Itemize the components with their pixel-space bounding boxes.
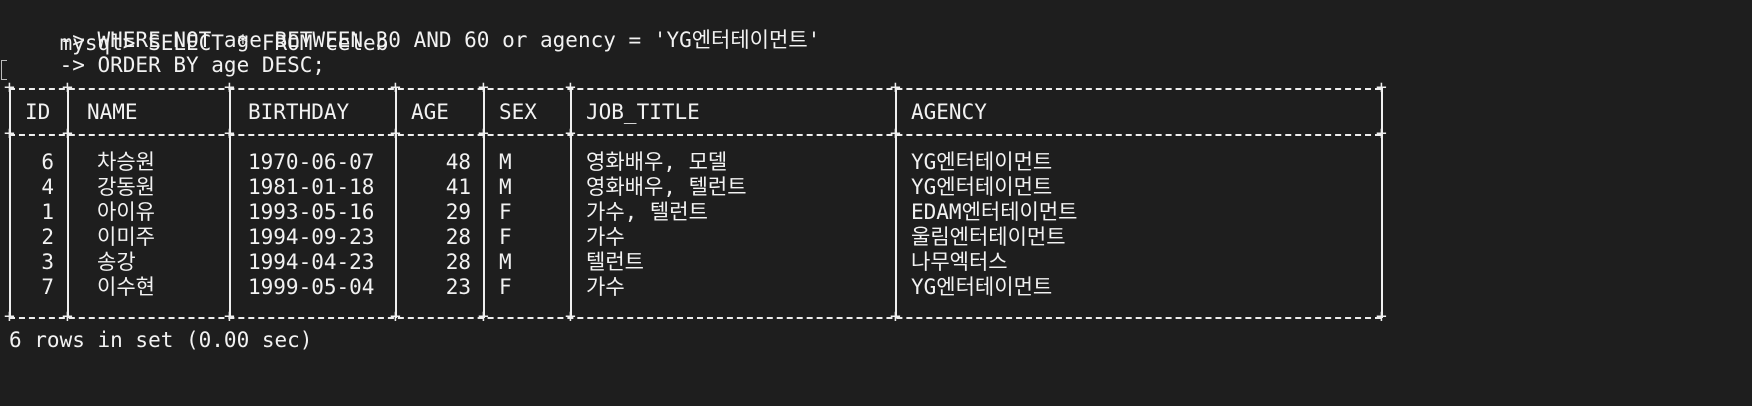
birthday-cell: 1994-04-23 xyxy=(248,250,375,274)
job-title-cell: 영화배우, 모델 xyxy=(586,150,728,174)
sex-cell: F xyxy=(499,200,512,224)
birthday-cell: 1993-05-16 xyxy=(248,200,375,224)
query-line-1: mysql> SELECT * FROM celeb xyxy=(9,1,389,55)
id-cell: 6 xyxy=(41,150,54,174)
birthday-cell: 1970-06-07 xyxy=(248,150,375,174)
id-cell: 3 xyxy=(41,250,54,274)
mysql-terminal: mysql> SELECT * FROM celeb -> WHERE NOT … xyxy=(0,0,1752,406)
column-header-name: NAME xyxy=(87,100,138,124)
age-cell: 23 xyxy=(445,275,471,299)
agency-cell: 나무엑터스 xyxy=(911,250,1008,274)
sex-cell: M xyxy=(499,175,512,199)
table-column-border xyxy=(570,88,572,318)
agency-cell: YG엔터테이먼트 xyxy=(911,175,1053,199)
column-header-age: AGE xyxy=(411,100,449,124)
table-column-border xyxy=(67,88,69,318)
column-header-birthday: BIRTHDAY xyxy=(248,100,350,124)
table-column-border xyxy=(9,88,11,318)
agency-cell: YG엔터테이먼트 xyxy=(911,150,1053,174)
age-cell: 28 xyxy=(445,225,471,249)
id-cell: 7 xyxy=(41,275,54,299)
table-column-border xyxy=(895,88,897,318)
table-header-border xyxy=(9,134,1381,136)
query-line-3: -> ORDER BY age DESC; xyxy=(9,53,326,77)
table-bottom-border xyxy=(9,317,1381,319)
job-title-cell: 가수 xyxy=(586,225,625,249)
name-cell: 이수현 xyxy=(97,275,155,299)
table-column-border xyxy=(483,88,485,318)
table-column-border xyxy=(229,88,231,318)
age-cell: 29 xyxy=(445,200,471,224)
name-cell: 차승원 xyxy=(97,150,155,174)
birthday-cell: 1999-05-04 xyxy=(248,275,375,299)
id-cell: 4 xyxy=(41,175,54,199)
name-cell: 강동원 xyxy=(97,175,155,199)
name-cell: 아이유 xyxy=(97,200,155,224)
job-title-cell: 가수, 텔런트 xyxy=(586,200,708,224)
birthday-cell: 1981-01-18 xyxy=(248,175,375,199)
job-title-cell: 가수 xyxy=(586,275,625,299)
table-top-border xyxy=(9,88,1381,90)
result-footer: 6 rows in set (0.00 sec) xyxy=(9,328,313,352)
sex-cell: F xyxy=(499,275,512,299)
result-table: + + + + + + + + + + + + + + + + + + + + … xyxy=(4,79,1387,360)
name-cell: 송강 xyxy=(97,250,136,274)
query-line-2: -> WHERE NOT age BETWEEN 30 AND 60 or ag… xyxy=(9,28,821,52)
column-header-agency: AGENCY xyxy=(911,100,987,124)
column-header-job-title: JOB_TITLE xyxy=(586,100,700,124)
id-cell: 2 xyxy=(41,225,54,249)
job-title-cell: 영화배우, 텔런트 xyxy=(586,175,747,199)
table-column-border xyxy=(395,88,397,318)
agency-cell: EDAM엔터테이먼트 xyxy=(911,200,1078,224)
age-cell: 28 xyxy=(445,250,471,274)
sex-cell: M xyxy=(499,150,512,174)
birthday-cell: 1994-09-23 xyxy=(248,225,375,249)
table-column-border xyxy=(1381,88,1383,318)
agency-cell: 울림엔터테이먼트 xyxy=(911,225,1066,249)
age-cell: 48 xyxy=(445,150,471,174)
name-cell: 이미주 xyxy=(97,225,155,249)
sex-cell: F xyxy=(499,225,512,249)
column-header-sex: SEX xyxy=(499,100,537,124)
id-cell: 1 xyxy=(41,200,54,224)
column-header-id: ID xyxy=(25,100,51,124)
job-title-cell: 텔런트 xyxy=(586,250,644,274)
age-cell: 41 xyxy=(445,175,471,199)
sex-cell: M xyxy=(499,250,512,274)
agency-cell: YG엔터테이먼트 xyxy=(911,275,1053,299)
